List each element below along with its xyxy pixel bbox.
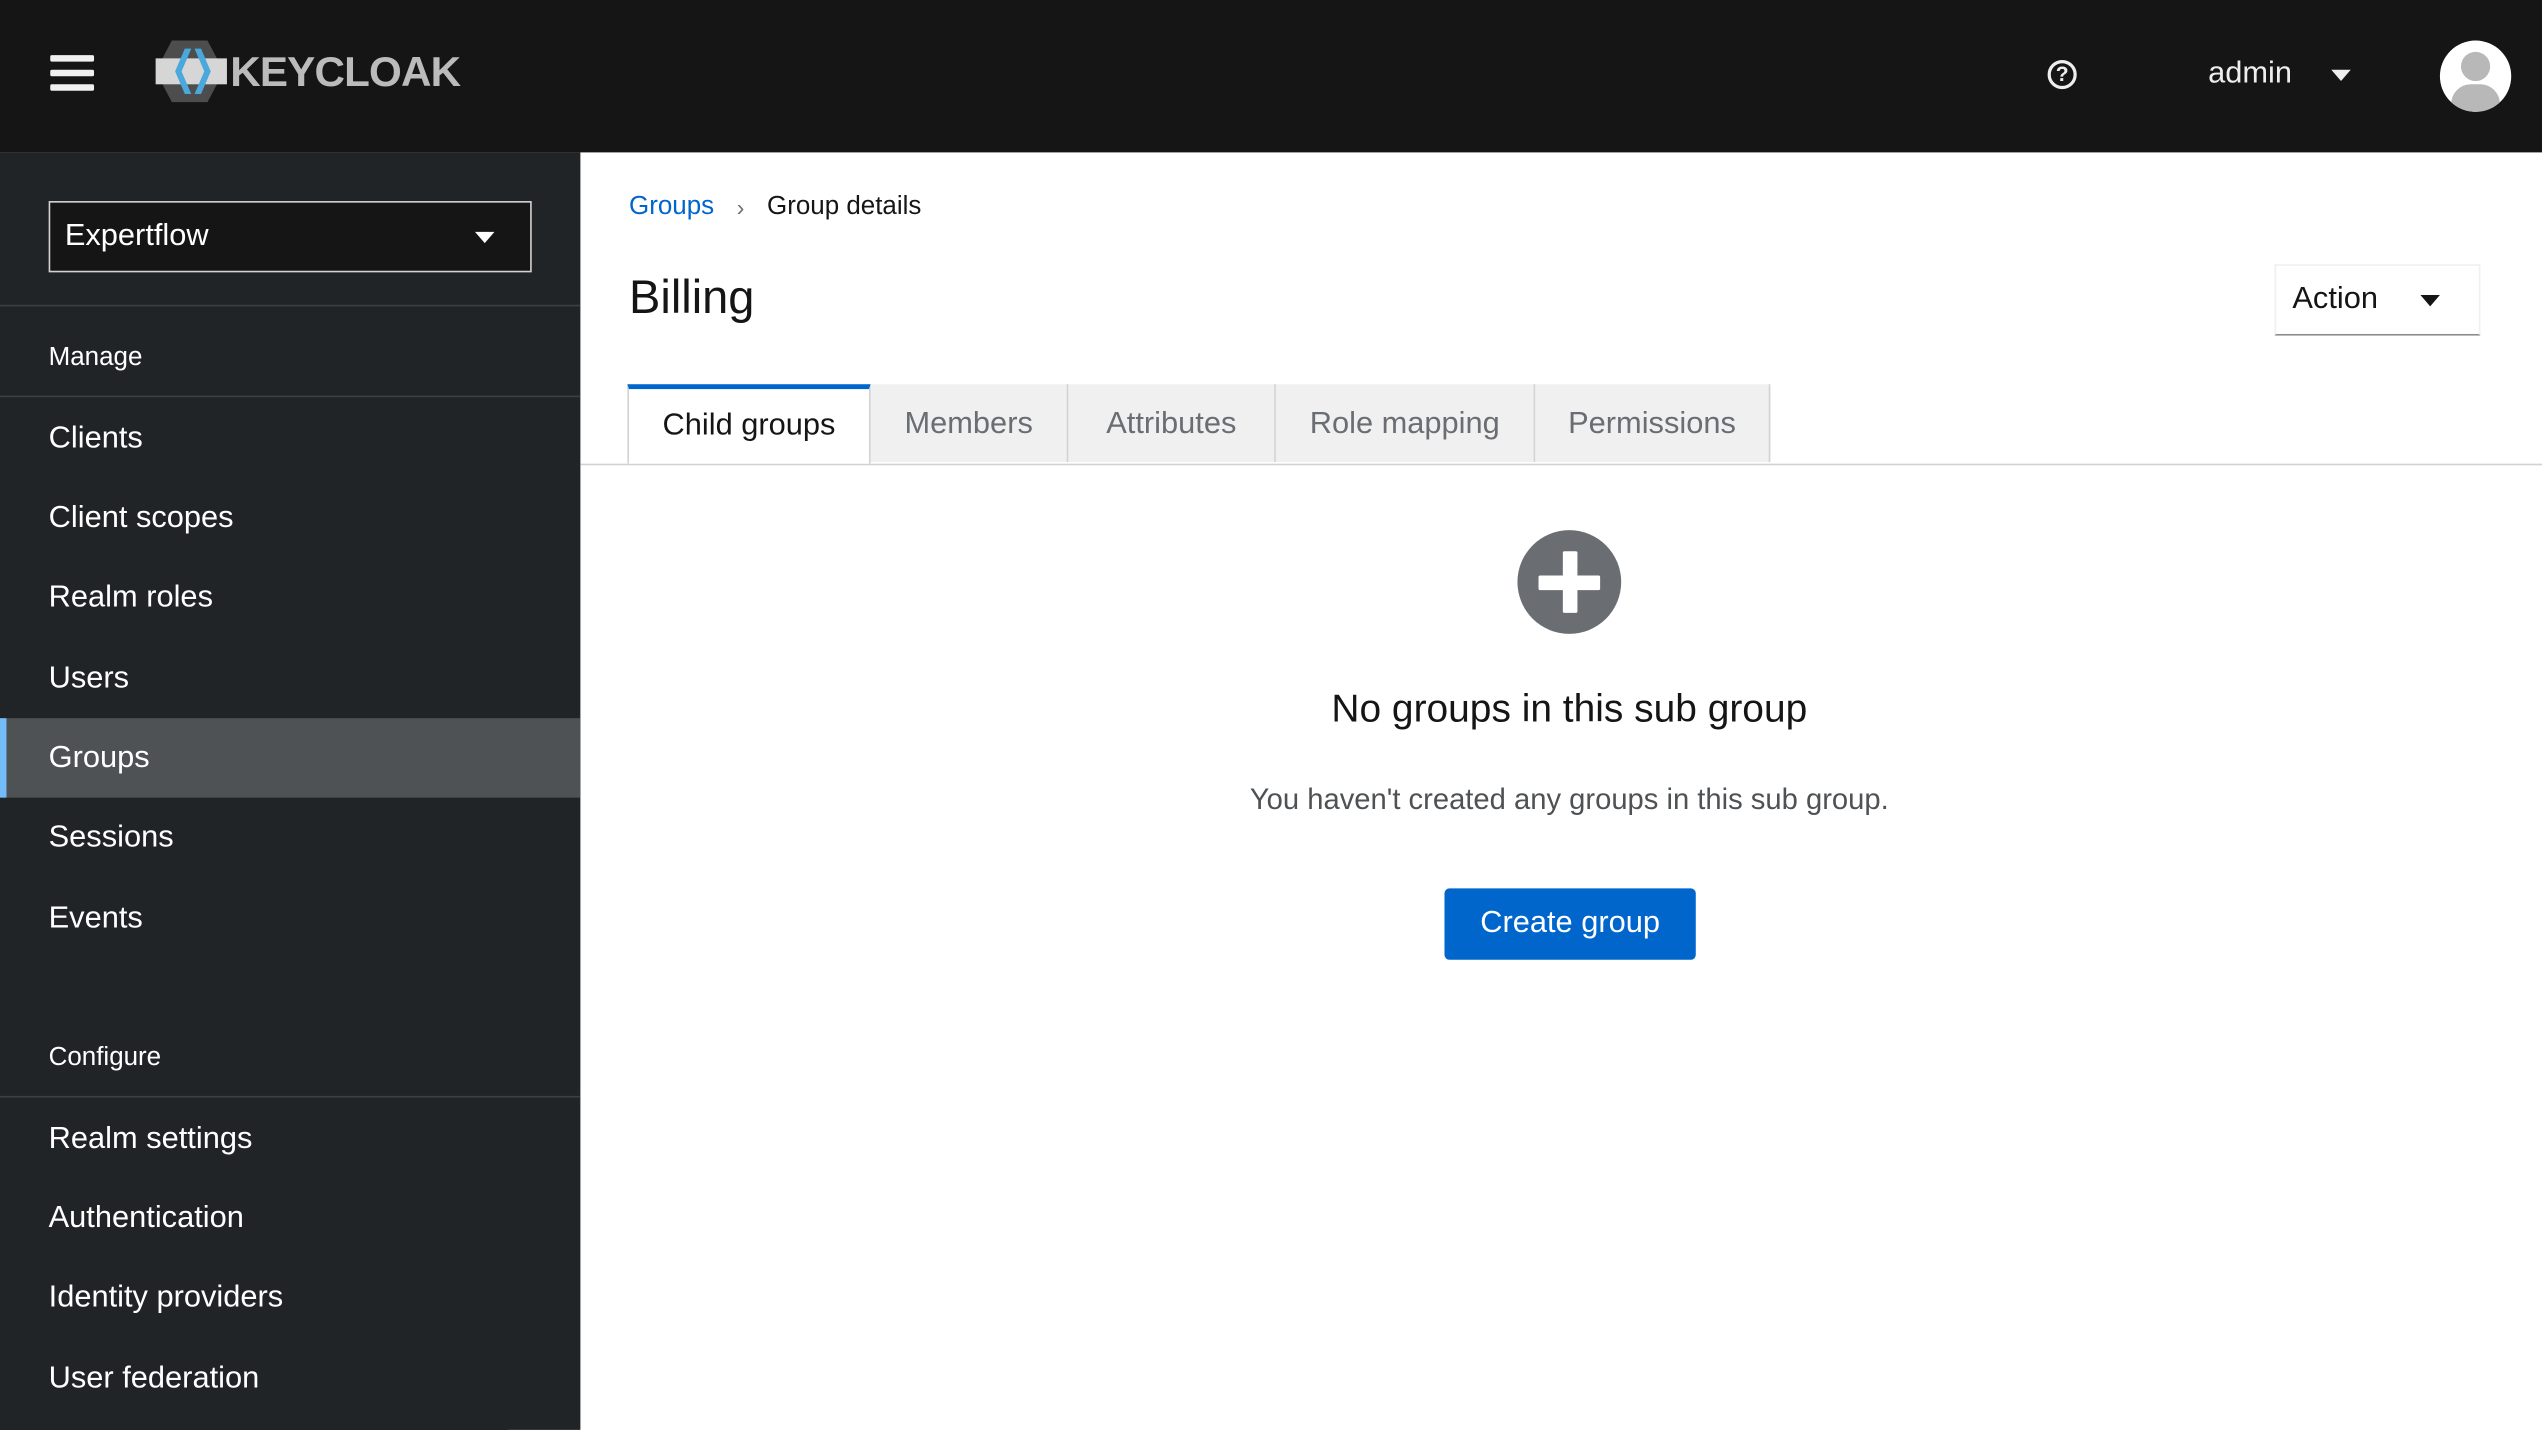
page-title: Billing [629,272,755,325]
breadcrumb: Groups › Group details [629,193,921,222]
realm-name: Expertflow [64,218,209,253]
keycloak-logo-icon [155,40,227,103]
empty-state-title: No groups in this sub group [1331,687,1808,732]
tab-role-mapping[interactable]: Role mapping [1275,384,1536,463]
sidebar-item-events[interactable]: Events [0,879,580,958]
section-manage: Manage [48,343,143,372]
chevron-right-icon: › [736,194,745,221]
menu-icon[interactable] [50,55,95,94]
tab-permissions[interactable]: Permissions [1535,384,1771,463]
divider [0,1095,581,1098]
breadcrumb-current: Group details [767,192,922,221]
username: admin [2208,56,2292,91]
sidebar-item-clients[interactable]: Clients [0,399,580,478]
action-dropdown[interactable]: Action [2274,264,2481,336]
tab-child-groups[interactable]: Child groups [627,384,871,464]
divider [0,304,581,307]
tabs: Child groups Members Attributes Role map… [580,384,2542,466]
keycloak-logo[interactable]: KEYCLOAK [152,39,461,104]
caret-down-icon [2420,294,2440,306]
sidebar-item-user-federation[interactable]: User federation [0,1339,580,1418]
sidebar-item-identity-providers[interactable]: Identity providers [0,1258,580,1337]
empty-state-body: You haven't created any groups in this s… [1249,783,1889,816]
divider [0,395,581,398]
avatar[interactable] [2439,40,2512,112]
masthead: KEYCLOAK ? admin [0,0,2542,153]
plus-circle-icon [1517,530,1622,634]
realm-selector[interactable]: Expertflow [48,201,532,273]
caret-down-icon [2330,68,2351,81]
sidebar-item-realm-settings[interactable]: Realm settings [0,1099,580,1178]
tab-members[interactable]: Members [870,384,1069,463]
sidebar-item-client-scopes[interactable]: Client scopes [0,478,580,557]
action-label: Action [2292,282,2378,317]
tab-attributes[interactable]: Attributes [1068,384,1276,463]
section-configure: Configure [48,1044,162,1072]
help-icon[interactable]: ? [2047,59,2077,90]
breadcrumb-groups-link[interactable]: Groups [629,193,714,222]
sidebar-item-realm-roles[interactable]: Realm roles [0,558,580,637]
sidebar-item-authentication[interactable]: Authentication [0,1179,580,1258]
user-dropdown[interactable]: admin [2208,56,2351,93]
caret-down-icon [475,231,495,243]
create-group-button[interactable]: Create group [1444,888,1696,960]
logo-text: KEYCLOAK [230,46,461,95]
